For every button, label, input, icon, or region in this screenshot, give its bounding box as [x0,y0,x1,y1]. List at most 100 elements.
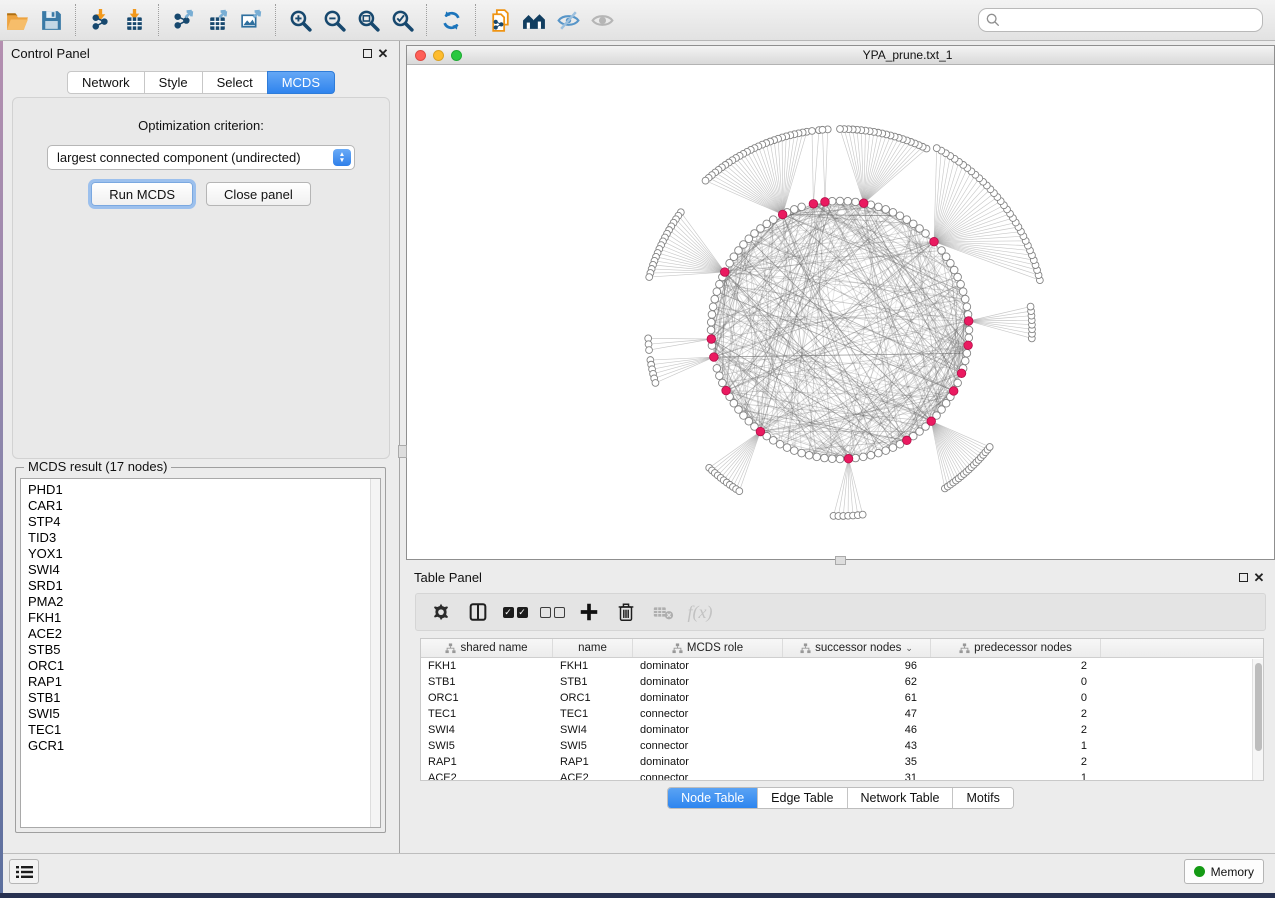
leaf-node[interactable] [652,380,659,387]
mcds-result-item[interactable]: SWI5 [28,706,380,722]
leaf-node[interactable] [837,126,844,133]
mcds-result-item[interactable]: RAP1 [28,674,380,690]
network-node[interactable] [954,379,962,387]
column-header-MCDS-role[interactable]: MCDS role [633,639,783,657]
leaf-node[interactable] [1027,303,1034,310]
window-maximize-icon[interactable] [451,50,462,61]
network-canvas[interactable] [407,65,1274,559]
leaf-node[interactable] [646,274,653,281]
network-node[interactable] [961,357,969,365]
network-node[interactable] [707,318,715,326]
network-node[interactable] [719,379,727,387]
network-node[interactable] [726,259,734,267]
mcds-hub-node[interactable] [859,199,868,208]
first-neighbors-button[interactable] [517,3,551,37]
table-panel-close-button[interactable]: ✕ [1251,570,1267,584]
network-node[interactable] [716,372,724,380]
leaf-node[interactable] [933,145,940,152]
task-history-button[interactable] [9,859,39,884]
network-node[interactable] [836,455,844,463]
network-node[interactable] [938,247,946,255]
table-row[interactable]: TEC1TEC1connector472 [421,706,1263,722]
tab-network[interactable]: Network [67,71,145,94]
network-node[interactable] [950,266,958,274]
mcds-hub-node[interactable] [756,427,765,436]
tab-edge-table[interactable]: Edge Table [758,788,847,808]
show-all-button[interactable] [585,3,619,37]
network-node[interactable] [882,447,890,455]
mcds-result-item[interactable]: PMA2 [28,594,380,610]
network-node[interactable] [709,303,717,311]
network-node[interactable] [711,295,719,303]
export-image-button[interactable] [234,3,268,37]
tab-style[interactable]: Style [144,71,203,94]
zoom-in-button[interactable] [283,3,317,37]
vertical-splitter-handle[interactable] [398,445,407,458]
network-node[interactable] [790,447,798,455]
mcds-hub-node[interactable] [964,341,973,350]
mcds-result-item[interactable]: STB1 [28,690,380,706]
mcds-hub-node[interactable] [722,386,731,395]
gear-button[interactable] [426,597,456,627]
network-node[interactable] [875,203,883,211]
network-node[interactable] [959,288,967,296]
table-row[interactable]: RAP1RAP1dominator352 [421,754,1263,770]
mcds-hub-node[interactable] [957,369,966,378]
mcds-hub-node[interactable] [927,417,936,426]
mcds-result-item[interactable]: YOX1 [28,546,380,562]
mcds-result-item[interactable]: ORC1 [28,658,380,674]
tab-network-table[interactable]: Network Table [848,788,954,808]
search-input[interactable] [978,8,1263,32]
network-node[interactable] [896,212,904,220]
window-close-icon[interactable] [415,50,426,61]
mcds-result-item[interactable]: TID3 [28,530,380,546]
delete-button[interactable] [611,597,641,627]
network-node[interactable] [798,203,806,211]
leaf-node[interactable] [702,177,709,184]
run-mcds-button[interactable]: Run MCDS [91,182,193,206]
tab-motifs[interactable]: Motifs [953,788,1012,808]
open-button[interactable] [0,3,34,37]
mcds-hub-node[interactable] [844,454,853,463]
export-table-button[interactable] [200,3,234,37]
tab-mcds[interactable]: MCDS [267,71,335,94]
tab-node-table[interactable]: Node Table [668,788,758,808]
zoom-fit-button[interactable] [351,3,385,37]
mcds-hub-node[interactable] [821,198,830,207]
network-node[interactable] [867,451,875,459]
mcds-result-item[interactable]: CAR1 [28,498,380,514]
memory-button[interactable]: Memory [1184,859,1264,884]
control-panel-close-button[interactable]: ✕ [375,46,391,60]
zoom-out-button[interactable] [317,3,351,37]
table-scrollbar[interactable] [1252,659,1263,780]
network-node[interactable] [963,349,971,357]
column-header-predecessor-nodes[interactable]: predecessor nodes [931,639,1101,657]
network-node[interactable] [963,303,971,311]
network-node[interactable] [713,365,721,373]
window-minimize-icon[interactable] [433,50,444,61]
control-panel-float-button[interactable] [359,46,375,60]
network-node[interactable] [805,451,813,459]
select-all-button[interactable]: ✓✓ [500,597,530,627]
network-node[interactable] [965,334,973,342]
mcds-hub-node[interactable] [710,353,719,362]
import-table-button[interactable] [117,3,151,37]
network-node[interactable] [875,449,883,457]
deselect-all-button[interactable] [537,597,567,627]
network-node[interactable] [954,273,962,281]
table-scrollbar-thumb[interactable] [1255,663,1262,751]
mcds-result-item[interactable]: SRD1 [28,578,380,594]
mcds-result-item[interactable]: GCR1 [28,738,380,754]
column-header-name[interactable]: name [553,639,633,657]
table-row[interactable]: SWI4SWI4dominator462 [421,722,1263,738]
leaf-node[interactable] [646,347,653,354]
network-node[interactable] [961,295,969,303]
mcds-result-item[interactable]: TEC1 [28,722,380,738]
hide-selected-button[interactable] [551,3,585,37]
save-button[interactable] [34,3,68,37]
network-node[interactable] [798,449,806,457]
mcds-hub-node[interactable] [930,237,939,246]
network-node[interactable] [708,311,716,319]
mcds-result-item[interactable]: PHD1 [28,482,380,498]
table-row[interactable]: SWI5SWI5connector431 [421,738,1263,754]
